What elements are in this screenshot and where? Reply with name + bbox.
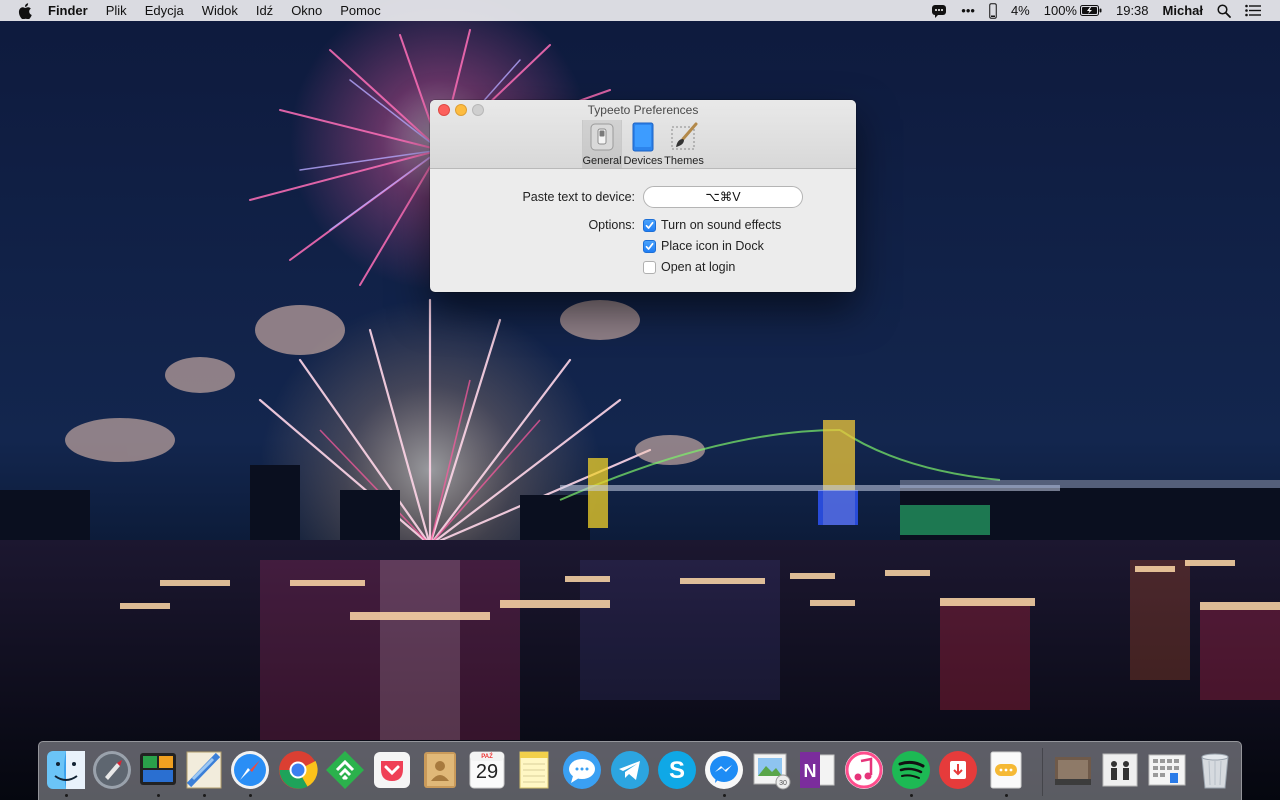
menu-file[interactable]: Plik <box>97 0 136 21</box>
menu-edit[interactable]: Edycja <box>136 0 193 21</box>
trash-icon[interactable] <box>1194 749 1236 791</box>
svg-text:S: S <box>669 757 685 784</box>
activity-monitor-icon[interactable] <box>137 749 179 791</box>
menu-go[interactable]: Idź <box>247 0 282 21</box>
running-indicator <box>65 794 68 797</box>
volume-percent[interactable]: 4% <box>1004 0 1037 21</box>
dock: PAŹ 29 S 30 N <box>38 741 1242 800</box>
dock-icon-checkbox[interactable] <box>643 239 656 253</box>
documents-stack-icon[interactable] <box>1099 749 1141 791</box>
menu-help[interactable]: Pomoc <box>331 0 389 21</box>
menu-bar: Finder Plik Edycja Widok Idź Okno Pomoc … <box>0 0 1280 21</box>
running-indicator <box>910 794 913 797</box>
safari-icon[interactable] <box>229 749 271 791</box>
contacts-icon[interactable] <box>419 749 461 791</box>
tab-themes[interactable]: Themes <box>663 120 705 168</box>
sound-effects-checkbox[interactable] <box>643 218 656 232</box>
running-indicator <box>249 794 252 797</box>
open-at-login-checkbox[interactable] <box>643 260 656 274</box>
dock-icon-option[interactable]: Place icon in Dock <box>643 239 764 253</box>
applications-stack-icon[interactable] <box>1146 749 1188 791</box>
mail-icon[interactable] <box>183 749 225 791</box>
window-title: Typeeto Preferences <box>587 103 699 117</box>
calendar-day: 29 <box>475 761 499 783</box>
paste-text-label: Paste text to device: <box>522 190 635 204</box>
chat-bubble-icon[interactable] <box>924 4 954 18</box>
shortcut-recorder[interactable]: ⌥⌘V <box>643 186 803 208</box>
running-indicator <box>1005 794 1008 797</box>
spotlight-icon[interactable] <box>1210 3 1238 18</box>
itunes-icon[interactable] <box>843 749 885 791</box>
phone-icon[interactable] <box>982 2 1004 19</box>
feedly-icon[interactable] <box>324 749 366 791</box>
battery-percent: 100% <box>1043 3 1077 18</box>
finder-icon[interactable] <box>45 749 87 791</box>
paintbrush-icon <box>668 121 700 153</box>
tab-devices[interactable]: Devices <box>623 120 663 168</box>
menu-view[interactable]: Widok <box>193 0 247 21</box>
messenger-icon[interactable] <box>703 749 745 791</box>
open-at-login-option[interactable]: Open at login <box>643 260 735 274</box>
downloader-icon[interactable] <box>937 749 979 791</box>
notification-center-icon[interactable] <box>1238 4 1268 17</box>
typeeto-icon[interactable] <box>985 749 1027 791</box>
spotify-icon[interactable] <box>890 749 932 791</box>
telegram-icon[interactable] <box>609 749 651 791</box>
apple-icon[interactable] <box>16 2 34 20</box>
calendar-icon[interactable]: PAŹ 29 <box>466 749 508 791</box>
pocket-icon[interactable] <box>371 749 413 791</box>
battery-status[interactable]: 100% <box>1037 0 1109 21</box>
running-indicator <box>723 794 726 797</box>
calendar-month: PAŹ <box>481 754 493 760</box>
preview-icon[interactable]: 30 <box>750 749 792 791</box>
preferences-window: Typeeto Preferences General Devices Them… <box>430 100 856 292</box>
sound-effects-option[interactable]: Turn on sound effects <box>643 218 781 232</box>
messages-icon[interactable] <box>561 749 603 791</box>
tab-general-label: General <box>582 155 622 167</box>
device-icon <box>627 121 659 153</box>
chrome-icon[interactable] <box>277 749 319 791</box>
general-pane: Paste text to device: ⌥⌘V Options: Turn … <box>430 169 856 292</box>
open-at-login-label: Open at login <box>661 260 736 274</box>
svg-text:N: N <box>804 761 817 781</box>
skype-icon[interactable]: S <box>656 749 698 791</box>
menu-window[interactable]: Okno <box>282 0 331 21</box>
window-toolbar: Typeeto Preferences General Devices Them… <box>430 100 856 169</box>
clock[interactable]: 19:38 <box>1109 0 1156 21</box>
tab-devices-label: Devices <box>623 155 663 167</box>
downloads-stack-icon[interactable] <box>1052 749 1094 791</box>
dock-separator <box>1042 748 1043 796</box>
options-label: Options: <box>588 218 635 232</box>
dock-icon-label: Place icon in Dock <box>661 239 764 253</box>
tab-general[interactable]: General <box>582 120 622 168</box>
notes-icon[interactable] <box>513 749 555 791</box>
onenote-icon[interactable]: N <box>796 749 838 791</box>
menu-app-name[interactable]: Finder <box>48 0 97 21</box>
ellipsis-icon[interactable]: ••• <box>954 0 982 21</box>
tab-themes-label: Themes <box>664 155 704 167</box>
switch-icon <box>586 121 618 153</box>
battery-icon <box>1079 5 1102 16</box>
running-indicator <box>203 794 206 797</box>
svg-text:30: 30 <box>779 780 787 787</box>
sound-effects-label: Turn on sound effects <box>661 218 782 232</box>
running-indicator <box>157 794 160 797</box>
launchpad-icon[interactable] <box>91 749 133 791</box>
user-name[interactable]: Michał <box>1156 0 1210 21</box>
